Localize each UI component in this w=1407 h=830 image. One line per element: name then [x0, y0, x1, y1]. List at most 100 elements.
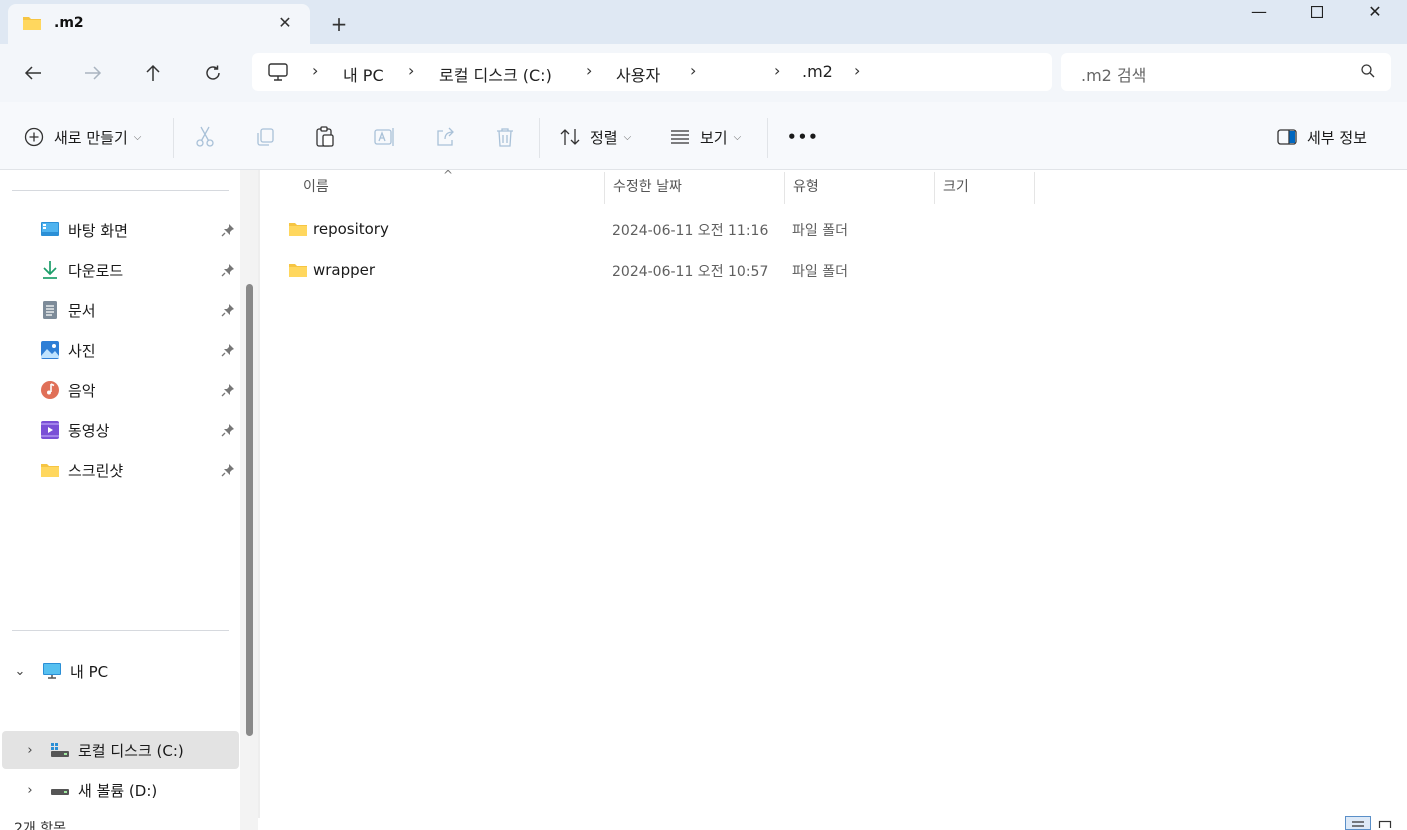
sidebar-item-desktop[interactable]: 바탕 화면 — [40, 212, 240, 248]
new-button[interactable]: 새로 만들기 ⌵ — [24, 122, 141, 152]
chevron-down-icon: ⌵ — [733, 131, 742, 143]
sidebar-item-label: 내 PC — [70, 662, 109, 681]
column-header-size[interactable]: 크기 — [935, 172, 1035, 204]
folder-icon — [41, 464, 59, 477]
more-options-button[interactable]: ••• — [787, 122, 819, 152]
pin-icon[interactable] — [221, 303, 235, 321]
chevron-right-icon: › — [774, 61, 781, 80]
details-pane-button[interactable]: 세부 정보 — [1277, 122, 1367, 152]
navigation-pane: 바탕 화면 다운로드 문서 사진 음악 동영상 스크린샷 ⌄ 내 PC › 로컬… — [0, 170, 258, 830]
breadcrumb-m2[interactable]: .m2 — [802, 62, 833, 81]
refresh-button[interactable] — [197, 58, 229, 88]
title-bar: .m2 ✕ + — ✕ — [0, 0, 1407, 44]
sidebar-item-label: 음악 — [68, 381, 96, 400]
sort-button[interactable]: 정렬 ⌵ — [560, 122, 631, 152]
pin-icon[interactable] — [221, 383, 235, 401]
pin-icon[interactable] — [221, 263, 235, 281]
pane-divider[interactable] — [258, 170, 260, 818]
tiles-view-icon — [1378, 820, 1392, 830]
tab-close-icon[interactable]: ✕ — [274, 12, 296, 34]
file-type: 파일 폴더 — [792, 223, 848, 239]
sidebar-item-label: 다운로드 — [68, 261, 124, 280]
sidebar-item-this-pc[interactable]: ⌄ 내 PC — [10, 652, 238, 690]
drive-icon — [51, 743, 69, 757]
divider — [12, 190, 229, 191]
file-modified: 2024-06-11 오전 10:57 — [612, 264, 769, 280]
pin-icon[interactable] — [221, 223, 235, 241]
chevron-right-icon: › — [586, 61, 593, 80]
forward-button[interactable] — [77, 58, 109, 88]
rename-icon[interactable] — [374, 126, 396, 148]
column-header-modified[interactable]: 수정한 날짜 — [605, 172, 785, 204]
close-window-button[interactable]: ✕ — [1346, 0, 1404, 26]
maximize-button[interactable] — [1288, 0, 1346, 26]
up-button[interactable] — [137, 58, 169, 88]
search-input[interactable]: .m2 검색 — [1061, 53, 1391, 91]
file-type: 파일 폴더 — [792, 264, 848, 280]
chevron-right-icon[interactable]: › — [20, 743, 40, 758]
status-item-count: 2개 항목 — [14, 821, 66, 830]
sidebar-item-label: 바탕 화면 — [68, 221, 128, 240]
divider — [767, 118, 768, 158]
chevron-down-icon: ⌵ — [623, 131, 632, 143]
pin-icon[interactable] — [221, 463, 235, 481]
sidebar-item-screenshots[interactable]: 스크린샷 — [40, 452, 240, 488]
details-view-button[interactable] — [1345, 816, 1371, 830]
cut-icon[interactable] — [194, 126, 216, 148]
column-header-type[interactable]: 유형 — [785, 172, 935, 204]
download-icon — [43, 261, 57, 279]
chevron-right-icon: › — [408, 61, 415, 80]
sidebar-item-volume-d[interactable]: › 새 볼륨 (D:) — [2, 771, 239, 809]
sidebar-scrollbar-thumb[interactable] — [246, 284, 253, 736]
address-bar[interactable]: › 내 PC › 로컬 디스크 (C:) › 사용자 › › .m2 › — [252, 53, 1052, 91]
divider — [12, 630, 229, 631]
sidebar-item-pictures[interactable]: 사진 — [40, 332, 240, 368]
sidebar-item-label: 로컬 디스크 (C:) — [78, 741, 184, 760]
large-icons-view-button[interactable] — [1378, 816, 1394, 830]
file-modified: 2024-06-11 오전 11:16 — [612, 223, 769, 239]
search-icon[interactable] — [1361, 64, 1375, 82]
arrow-up-icon — [146, 64, 160, 81]
chevron-down-icon[interactable]: ⌄ — [10, 664, 30, 679]
new-tab-button[interactable]: + — [326, 12, 352, 36]
sort-label: 정렬 — [590, 128, 618, 147]
divider — [173, 118, 174, 158]
video-icon — [41, 421, 59, 439]
sidebar-item-music[interactable]: 음악 — [40, 372, 240, 408]
minimize-button[interactable]: — — [1230, 0, 1288, 26]
share-icon[interactable] — [434, 126, 456, 148]
sidebar-item-label: 사진 — [68, 341, 96, 360]
pin-icon[interactable] — [221, 423, 235, 441]
folder-icon — [288, 262, 308, 282]
chevron-right-icon[interactable]: › — [20, 783, 40, 798]
search-placeholder: .m2 검색 — [1081, 66, 1147, 85]
tab-m2[interactable]: .m2 ✕ — [8, 4, 310, 44]
sidebar-item-local-disk-c[interactable]: › 로컬 디스크 (C:) — [2, 731, 239, 769]
breadcrumb-users[interactable]: 사용자 — [616, 62, 660, 86]
sidebar-item-videos[interactable]: 동영상 — [40, 412, 240, 448]
copy-icon[interactable] — [254, 126, 276, 148]
drive-icon — [51, 789, 69, 795]
view-button[interactable]: 보기 ⌵ — [670, 122, 741, 152]
table-row[interactable]: wrapper 2024-06-11 오전 10:57 파일 폴더 — [282, 250, 1042, 290]
address-row: › 내 PC › 로컬 디스크 (C:) › 사용자 › › .m2 › .m2… — [0, 44, 1407, 102]
file-name: wrapper — [313, 261, 376, 279]
view-label: 보기 — [700, 128, 728, 147]
desktop-icon — [41, 222, 59, 236]
breadcrumb-local-disk[interactable]: 로컬 디스크 (C:) — [439, 62, 552, 86]
delete-icon[interactable] — [494, 126, 516, 148]
refresh-icon — [206, 65, 220, 80]
pictures-icon — [41, 341, 59, 359]
file-name: repository — [313, 220, 389, 238]
back-button[interactable] — [17, 58, 49, 88]
table-row[interactable]: repository 2024-06-11 오전 11:16 파일 폴더 — [282, 209, 1042, 249]
paste-icon[interactable] — [314, 126, 336, 148]
new-button-label: 새로 만들기 — [54, 128, 128, 147]
sidebar-item-downloads[interactable]: 다운로드 — [40, 252, 240, 288]
computer-icon — [268, 63, 288, 85]
breadcrumb-this-pc[interactable]: 내 PC — [343, 62, 384, 86]
document-icon — [43, 301, 57, 319]
folder-icon — [22, 15, 42, 35]
sidebar-item-documents[interactable]: 문서 — [40, 292, 240, 328]
pin-icon[interactable] — [221, 343, 235, 361]
